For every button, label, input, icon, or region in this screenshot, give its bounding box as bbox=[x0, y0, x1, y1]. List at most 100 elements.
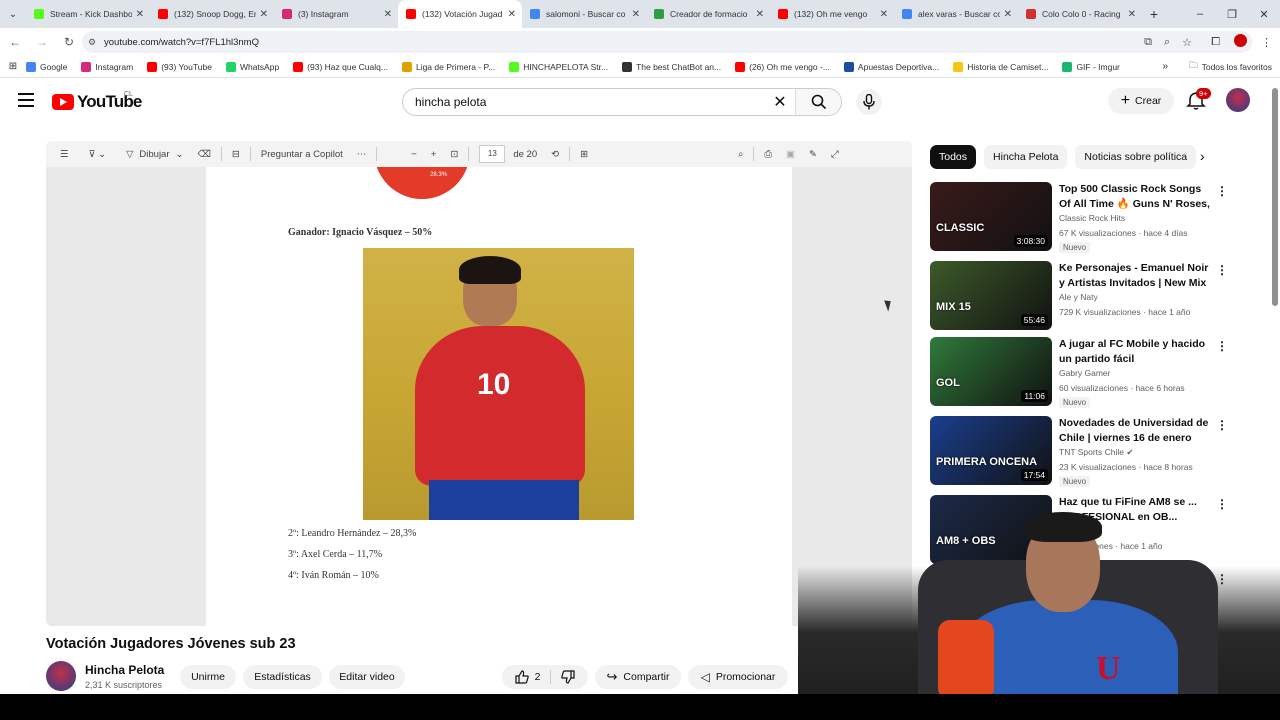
browser-tab[interactable]: (132) Snoop Dogg, Er ✕ bbox=[150, 0, 274, 28]
new-tab-button[interactable]: + bbox=[1142, 6, 1166, 22]
recommendation-item[interactable]: MIX 15 55:46 Ke Personajes - Emanuel Noir … bbox=[930, 261, 1260, 331]
video-thumbnail[interactable]: MIX 15 55:46 bbox=[930, 261, 1052, 330]
account-avatar[interactable] bbox=[1226, 88, 1250, 112]
filter-chip[interactable]: Noticias sobre política bbox=[1075, 145, 1197, 169]
clear-search-icon[interactable]: ✕ bbox=[765, 92, 795, 112]
recommendation-channel[interactable]: Gabry Gamer bbox=[1059, 368, 1111, 378]
back-icon[interactable]: ← bbox=[3, 35, 27, 49]
recommendation-channel[interactable]: Classic Rock Hits bbox=[1059, 213, 1125, 223]
voice-search-button[interactable] bbox=[856, 89, 882, 115]
draw-tool[interactable]: ▽ Dibujar ⌄ bbox=[126, 149, 183, 160]
page-view-icon[interactable]: ⊞ bbox=[580, 149, 588, 160]
channel-name[interactable]: Hincha Pelota bbox=[85, 663, 164, 677]
tab-close-icon[interactable]: ✕ bbox=[508, 9, 516, 20]
tab-close-icon[interactable]: ✕ bbox=[136, 9, 144, 20]
page-scrollbar[interactable] bbox=[1272, 88, 1278, 306]
browser-tab[interactable]: (132) Votación Jugad ✕ bbox=[398, 0, 522, 28]
url-field[interactable]: ⚙ youtube.com/watch?v=f7FL1hl3nmQ ⧉ ⌕ ☆ bbox=[82, 31, 1252, 53]
browser-tab[interactable]: salomoni - Buscar co ✕ bbox=[522, 0, 646, 28]
browser-tab[interactable]: Colo Colo 0 - Racing ✕ bbox=[1018, 0, 1142, 28]
bookmark-item[interactable]: Instagram bbox=[81, 61, 133, 72]
save-icon[interactable]: ▣ bbox=[786, 149, 795, 160]
extensions-icon[interactable]: ⧠ bbox=[1211, 36, 1220, 49]
video-thumbnail[interactable]: CLASSIC 3:08:30 bbox=[930, 182, 1052, 251]
install-app-icon[interactable]: ⧉ bbox=[1144, 36, 1152, 49]
tab-close-icon[interactable]: ✕ bbox=[880, 9, 888, 20]
zoom-out-icon[interactable]: − bbox=[411, 149, 417, 160]
browser-tab[interactable]: Creador de formacio ✕ bbox=[646, 0, 770, 28]
bookmark-item[interactable]: GIF - Imgur bbox=[1062, 61, 1120, 72]
join-button[interactable]: Unirme bbox=[180, 665, 236, 689]
tab-close-icon[interactable]: ✕ bbox=[260, 9, 268, 20]
create-button[interactable]: + Crear bbox=[1108, 88, 1174, 114]
tab-close-icon[interactable]: ✕ bbox=[1004, 9, 1012, 20]
filter-chip[interactable]: Hincha Pelota bbox=[984, 145, 1068, 169]
bookmark-item[interactable]: WhatsApp bbox=[225, 61, 279, 72]
menu-icon[interactable]: ⋮ bbox=[1261, 36, 1272, 49]
site-info-icon[interactable]: ⚙ bbox=[88, 37, 96, 48]
read-aloud-icon[interactable]: ⊟ bbox=[232, 149, 240, 160]
search-button[interactable] bbox=[795, 89, 841, 115]
video-thumbnail[interactable]: PRIMERA ONCENA 17:54 bbox=[930, 416, 1052, 485]
highlight-icon[interactable]: ⊽ ⌄ bbox=[89, 149, 107, 160]
more-options-icon[interactable]: ⋮ bbox=[1216, 263, 1228, 277]
tab-close-icon[interactable]: ✕ bbox=[632, 9, 640, 20]
all-favorites[interactable]: 🗀 Todos los favoritos bbox=[1189, 60, 1272, 74]
bookmark-item[interactable]: Historia de Camiset... bbox=[953, 61, 1048, 72]
recommendation-channel[interactable]: TNT Sports Chile ✔ bbox=[1059, 447, 1134, 458]
thumbs-down-icon[interactable] bbox=[561, 670, 576, 684]
restore-icon[interactable]: ❐ bbox=[1216, 0, 1248, 28]
print-icon[interactable]: ⎙ bbox=[764, 149, 772, 160]
recommendation-item[interactable]: GOL 11:06 A jugar al FC Mobile y hacido un… bbox=[930, 337, 1260, 408]
eraser-icon[interactable]: ⌫ bbox=[197, 149, 210, 160]
apps-grid-icon[interactable]: ⊞ bbox=[0, 61, 26, 72]
more-bookmarks-icon[interactable]: » bbox=[1162, 61, 1168, 72]
bookmark-item[interactable]: The best ChatBot an... bbox=[622, 61, 721, 72]
bookmark-item[interactable]: (93) YouTube bbox=[147, 61, 212, 72]
stats-button[interactable]: Estadísticas bbox=[243, 665, 322, 689]
bookmark-item[interactable]: Liga de Primera - P... bbox=[401, 61, 495, 72]
expand-icon[interactable]: ⤢ bbox=[831, 149, 839, 160]
browser-tab[interactable]: alex varas - Buscar co ✕ bbox=[894, 0, 1018, 28]
minimize-icon[interactable]: – bbox=[1184, 0, 1216, 28]
more-options-icon[interactable]: ⋮ bbox=[1216, 418, 1228, 432]
tab-close-icon[interactable]: ✕ bbox=[756, 9, 764, 20]
copilot-label[interactable]: Preguntar a Copilot bbox=[261, 149, 343, 160]
edit-video-button[interactable]: Editar video bbox=[329, 665, 405, 689]
zoom-in-icon[interactable]: + bbox=[431, 149, 437, 160]
recommendation-title[interactable]: Top 500 Classic Rock Songs Of All Time 🔥… bbox=[1059, 182, 1211, 212]
rotate-icon[interactable]: ⟲ bbox=[551, 149, 559, 160]
profile-icon[interactable] bbox=[1234, 34, 1247, 50]
bookmark-item[interactable]: Apuestas Deportiva... bbox=[843, 61, 939, 72]
reload-icon[interactable]: ↻ bbox=[57, 35, 81, 49]
close-window-icon[interactable]: ✕ bbox=[1248, 0, 1280, 28]
contents-icon[interactable]: ☰ bbox=[60, 149, 69, 160]
channel-avatar[interactable] bbox=[46, 661, 76, 691]
recommendation-title[interactable]: A jugar al FC Mobile y hacido un partido… bbox=[1059, 337, 1211, 366]
zoom-icon[interactable]: ⌕ bbox=[1164, 36, 1170, 49]
tab-close-icon[interactable]: ✕ bbox=[384, 9, 392, 20]
recommendation-item[interactable]: CLASSIC 3:08:30 Top 500 Classic Rock Songs… bbox=[930, 182, 1260, 253]
more-options-icon[interactable]: ⋮ bbox=[1216, 339, 1228, 353]
bookmark-star-icon[interactable]: ☆ bbox=[1182, 36, 1192, 49]
bookmark-item[interactable]: (26) Oh me vengo -... bbox=[735, 61, 830, 72]
search-input[interactable]: hincha pelota bbox=[403, 95, 765, 109]
find-icon[interactable]: ⌕ bbox=[738, 149, 743, 160]
browser-tab[interactable]: (132) Oh me vengo ✕ bbox=[770, 0, 894, 28]
share-button[interactable]: ↪ Compartir bbox=[595, 665, 681, 689]
recommendation-title[interactable]: Novedades de Universidad de Chile | vier… bbox=[1059, 416, 1211, 445]
filter-chip[interactable]: Todos bbox=[930, 145, 977, 169]
tab-search-icon[interactable]: ⌄ bbox=[0, 0, 26, 28]
recommendation-channel[interactable]: Ale y Naty bbox=[1059, 292, 1098, 302]
forward-icon[interactable]: → bbox=[30, 35, 54, 49]
chevron-right-icon[interactable]: › bbox=[1200, 148, 1205, 164]
more-options-icon[interactable]: ⋮ bbox=[1216, 184, 1228, 198]
page-number-input[interactable]: 13 bbox=[479, 145, 506, 163]
fit-page-icon[interactable]: ⊡ bbox=[450, 149, 458, 160]
tab-close-icon[interactable]: ✕ bbox=[1128, 9, 1136, 20]
bookmark-item[interactable]: (93) Haz que Cualq... bbox=[293, 61, 388, 72]
bookmark-item[interactable]: HINCHAPELOTA Str... bbox=[509, 61, 608, 72]
save-as-icon[interactable]: ✎ bbox=[809, 149, 817, 160]
more-tools-icon[interactable]: ⋯ bbox=[357, 149, 367, 160]
video-player[interactable]: ☰ ⊽ ⌄ ▽ Dibujar ⌄ ⌫ ⊟ Preguntar a Copilot … bbox=[46, 141, 912, 626]
